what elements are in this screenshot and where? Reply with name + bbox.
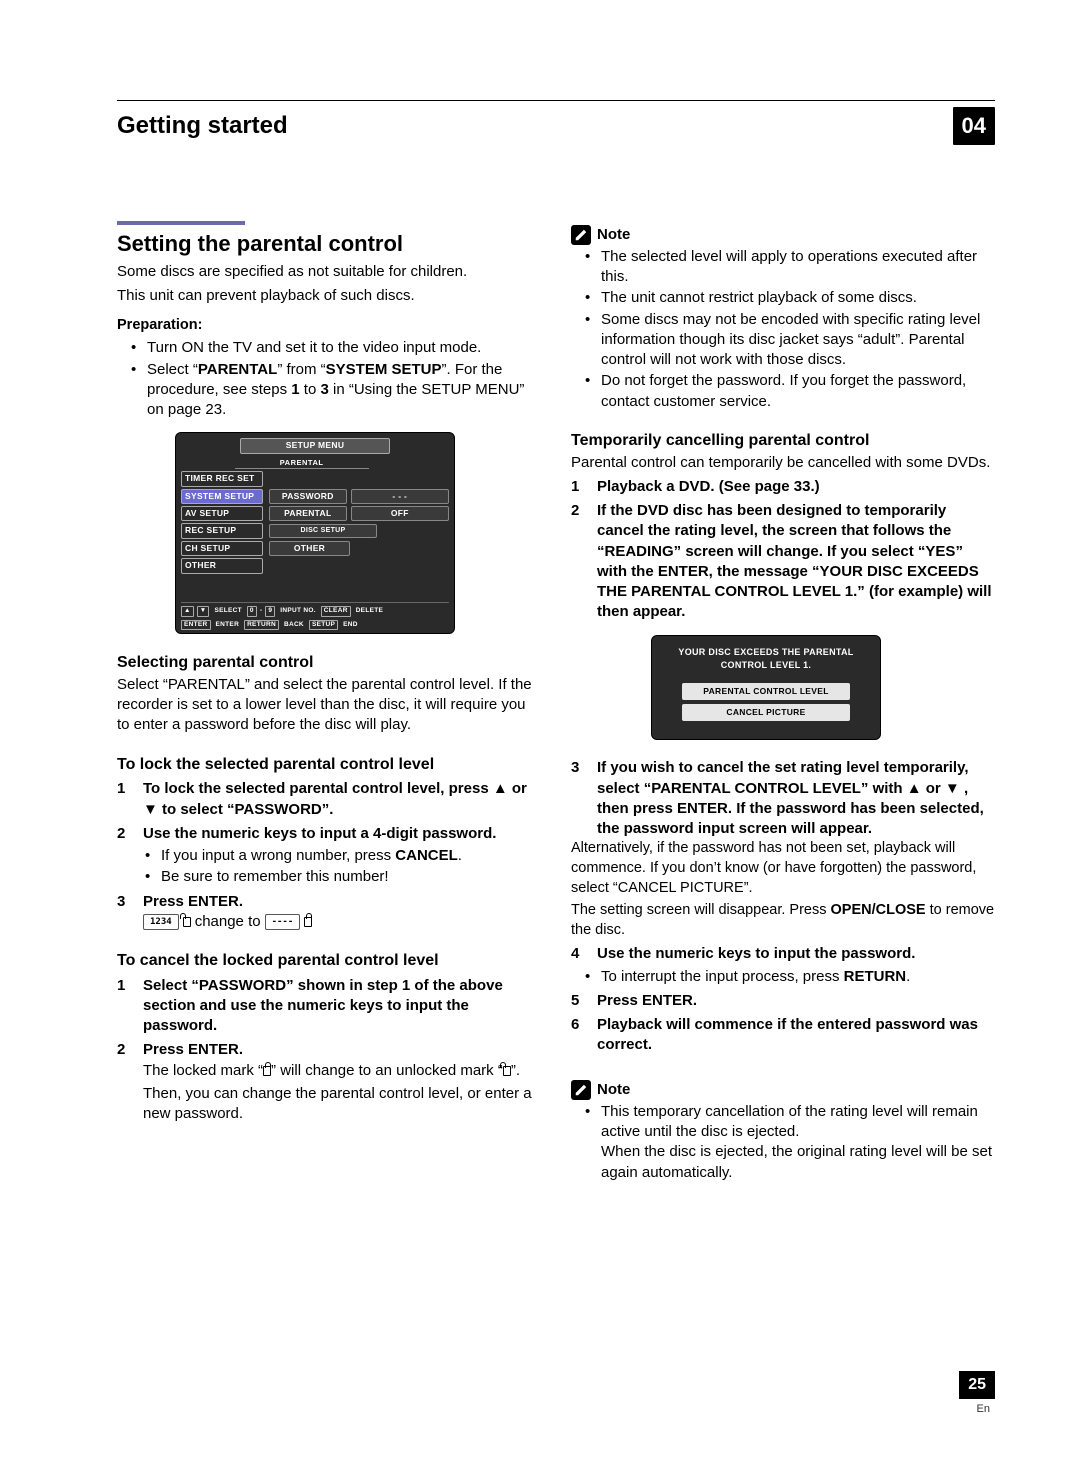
step-item: 2 Press ENTER.: [117, 1040, 541, 1060]
step-item: 3 Press ENTER.: [117, 892, 541, 912]
step-item: 6 Playback will commence if the entered …: [571, 1015, 995, 1056]
unlock-icon: [503, 1066, 511, 1076]
osd-title: SETUP MENU: [240, 438, 390, 453]
osd-menu-item: REC SETUP: [181, 523, 263, 538]
osd-parental-dialog: YOUR DISC EXCEEDS THE PARENTAL CONTROL L…: [651, 635, 881, 741]
osd-field: OTHER: [269, 541, 350, 556]
list-item: Some discs may not be encoded with speci…: [601, 310, 995, 371]
page-number: 25: [959, 1371, 995, 1399]
osd-field: PARENTAL: [269, 506, 347, 521]
osd-field: - - -: [351, 489, 449, 504]
intro-text: Some discs are specified as not suitable…: [117, 262, 541, 282]
step-item: 1 Select “PASSWORD” shown in step 1 of t…: [117, 976, 541, 1037]
osd-section: PARENTAL: [235, 458, 369, 469]
left-column: Setting the parental control Some discs …: [117, 221, 541, 1184]
list-item: The unit cannot restrict playback of som…: [601, 288, 995, 308]
osd-setup-menu: SETUP MENU PARENTAL TIMER REC SET SYSTEM…: [175, 432, 455, 634]
note-list: The selected level will apply to operati…: [571, 247, 995, 412]
lock-icon: [263, 1066, 271, 1076]
step-item: 3 If you wish to cancel the set rating l…: [571, 758, 995, 839]
preparation-heading: Preparation:: [117, 316, 541, 336]
osd-field: PASSWORD: [269, 489, 347, 504]
osd-menu-item: CH SETUP: [181, 541, 263, 556]
lock-change-illustration: 1234 change to ----: [143, 912, 541, 932]
subsection-heading: To lock the selected parental control le…: [117, 754, 541, 776]
note-icon: [571, 225, 591, 245]
body-text: Select “PARENTAL” and select the parenta…: [117, 675, 541, 736]
note-heading: Note: [571, 1080, 995, 1100]
list-item: This temporary cancellation of the ratin…: [601, 1102, 995, 1183]
list-item: To interrupt the input process, press RE…: [601, 967, 995, 987]
step-item: 5 Press ENTER.: [571, 991, 995, 1011]
osd-menu-item: SYSTEM SETUP: [181, 489, 263, 504]
accent-bar: [117, 221, 245, 225]
list-item: If you input a wrong number, press CANCE…: [161, 846, 541, 866]
osd-option: PARENTAL CONTROL LEVEL: [682, 683, 850, 700]
list-item: Do not forget the password. If you forge…: [601, 371, 995, 412]
osd-menu-item: AV SETUP: [181, 506, 263, 521]
osd-menu-item: TIMER REC SET: [181, 471, 263, 486]
intro-text: This unit can prevent playback of such d…: [117, 286, 541, 306]
right-column: Note The selected level will apply to op…: [571, 221, 995, 1184]
unlock-icon: [183, 917, 191, 927]
note-list: This temporary cancellation of the ratin…: [571, 1102, 995, 1183]
step-item: 4 Use the numeric keys to input the pass…: [571, 944, 995, 964]
chapter-header: Getting started 04: [117, 107, 995, 145]
step-item: 2 Use the numeric keys to input a 4-digi…: [117, 824, 541, 844]
body-text: The setting screen will disappear. Press…: [571, 901, 995, 940]
sub-list: To interrupt the input process, press RE…: [571, 967, 995, 987]
list-item: Turn ON the TV and set it to the video i…: [147, 338, 541, 358]
note-heading: Note: [571, 225, 995, 245]
osd-message: YOUR DISC EXCEEDS THE PARENTAL CONTROL L…: [664, 646, 868, 673]
chapter-number: 04: [953, 107, 995, 145]
osd-hint-bar: ▲▼ SELECT 0-9 INPUT NO. CLEARDELETE: [181, 602, 449, 617]
header-rule: [117, 100, 995, 101]
osd-option: CANCEL PICTURE: [682, 704, 850, 721]
sub-list: If you input a wrong number, press CANCE…: [117, 846, 541, 888]
chapter-title: Getting started: [117, 110, 288, 142]
note-icon: [571, 1080, 591, 1100]
section-heading: Setting the parental control: [117, 229, 541, 259]
body-text: Alternatively, if the password has not b…: [571, 839, 995, 898]
list-item: Select “PARENTAL” from “SYSTEM SETUP”. F…: [147, 360, 541, 421]
list-item: Be sure to remember this number!: [161, 867, 541, 887]
osd-field: OFF: [351, 506, 449, 521]
step-item: 1 To lock the selected parental control …: [117, 779, 541, 820]
subsection-heading: Temporarily cancelling parental control: [571, 430, 995, 452]
osd-hint-bar: ENTERENTER RETURNBACK SETUPEND: [181, 617, 449, 631]
step-item: 1 Playback a DVD. (See page 33.): [571, 477, 995, 497]
osd-field: DISC SETUP: [269, 524, 377, 537]
step-item: 2 If the DVD disc has been designed to t…: [571, 501, 995, 623]
list-item: The selected level will apply to operati…: [601, 247, 995, 288]
body-text: Then, you can change the parental contro…: [143, 1084, 541, 1125]
page-language: En: [977, 1402, 990, 1417]
subsection-heading: Selecting parental control: [117, 652, 541, 674]
body-text: Parental control can temporarily be canc…: [571, 453, 995, 473]
preparation-list: Turn ON the TV and set it to the video i…: [117, 338, 541, 420]
osd-menu-item: OTHER: [181, 558, 263, 573]
subsection-heading: To cancel the locked parental control le…: [117, 950, 541, 972]
body-text: The locked mark “” will change to an unl…: [143, 1061, 541, 1081]
lock-icon: [304, 917, 312, 927]
